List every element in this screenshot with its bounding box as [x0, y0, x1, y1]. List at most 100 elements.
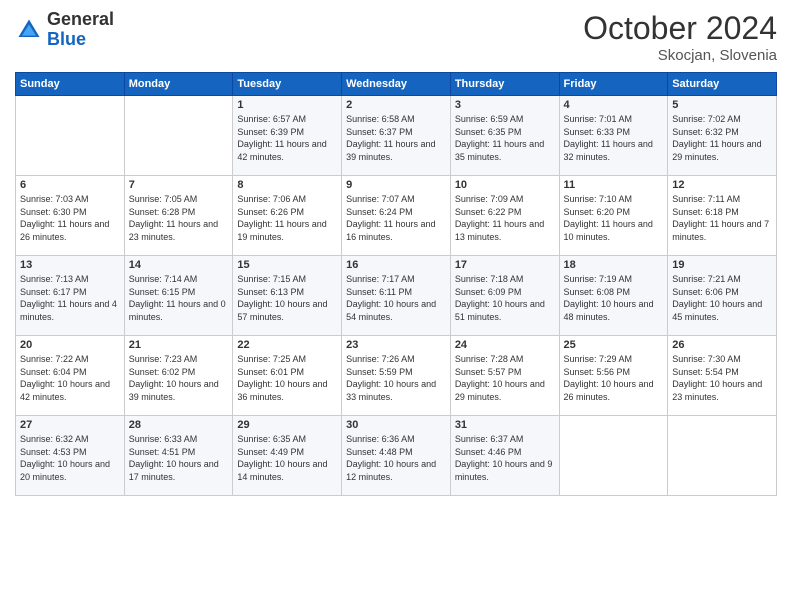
day-info: Sunrise: 7:10 AMSunset: 6:20 PMDaylight:…	[564, 193, 664, 243]
day-info: Sunrise: 7:07 AMSunset: 6:24 PMDaylight:…	[346, 193, 446, 243]
calendar-cell: 1 Sunrise: 6:57 AMSunset: 6:39 PMDaylight…	[233, 96, 342, 176]
day-info: Sunrise: 7:18 AMSunset: 6:09 PMDaylight:…	[455, 273, 555, 323]
day-info: Sunrise: 7:17 AMSunset: 6:11 PMDaylight:…	[346, 273, 446, 323]
calendar-cell: 4 Sunrise: 7:01 AMSunset: 6:33 PMDaylight…	[559, 96, 668, 176]
calendar-cell: 25Sunrise: 7:29 AMSunset: 5:56 PMDayligh…	[559, 336, 668, 416]
weekday-header-row: SundayMondayTuesdayWednesdayThursdayFrid…	[16, 73, 777, 96]
header: General Blue October 2024 Skocjan, Slove…	[15, 10, 777, 64]
calendar-cell: 14Sunrise: 7:14 AMSunset: 6:15 PMDayligh…	[124, 256, 233, 336]
day-number: 26	[672, 339, 772, 351]
calendar-cell: 11 Sunrise: 7:10 AMSunset: 6:20 PMDayligh…	[559, 176, 668, 256]
day-info: Sunrise: 7:19 AMSunset: 6:08 PMDaylight:…	[564, 273, 664, 323]
day-info: Sunrise: 7:01 AMSunset: 6:33 PMDaylight:…	[564, 113, 664, 163]
calendar-cell: 12Sunrise: 7:11 AMSunset: 6:18 PMDayligh…	[668, 176, 777, 256]
calendar-week-row: 1 Sunrise: 6:57 AMSunset: 6:39 PMDaylight…	[16, 96, 777, 176]
logo: General Blue	[15, 10, 114, 50]
calendar-cell: 17 Sunrise: 7:18 AMSunset: 6:09 PMDayligh…	[450, 256, 559, 336]
day-info: Sunrise: 7:13 AMSunset: 6:17 PMDaylight:…	[20, 273, 120, 323]
weekday-header: Tuesday	[233, 73, 342, 96]
day-info: Sunrise: 7:09 AMSunset: 6:22 PMDaylight:…	[455, 193, 555, 243]
day-info: Sunrise: 7:22 AMSunset: 6:04 PMDaylight:…	[20, 353, 120, 403]
calendar-week-row: 20 Sunrise: 7:22 AMSunset: 6:04 PMDayligh…	[16, 336, 777, 416]
day-info: Sunrise: 7:25 AMSunset: 6:01 PMDaylight:…	[237, 353, 337, 403]
day-info: Sunrise: 7:05 AMSunset: 6:28 PMDaylight:…	[129, 193, 229, 243]
logo-blue: Blue	[47, 29, 86, 49]
day-number: 29	[237, 419, 337, 431]
day-info: Sunrise: 7:03 AMSunset: 6:30 PMDaylight:…	[20, 193, 120, 243]
day-number: 3	[455, 99, 555, 111]
day-number: 4	[564, 99, 664, 111]
day-number: 17	[455, 259, 555, 271]
day-info: Sunrise: 7:21 AMSunset: 6:06 PMDaylight:…	[672, 273, 772, 323]
day-number: 30	[346, 419, 446, 431]
day-number: 28	[129, 419, 229, 431]
calendar-cell: 15Sunrise: 7:15 AMSunset: 6:13 PMDayligh…	[233, 256, 342, 336]
calendar-cell: 2 Sunrise: 6:58 AMSunset: 6:37 PMDaylight…	[342, 96, 451, 176]
calendar-cell: 8 Sunrise: 7:06 AMSunset: 6:26 PMDaylight…	[233, 176, 342, 256]
calendar-week-row: 6 Sunrise: 7:03 AMSunset: 6:30 PMDaylight…	[16, 176, 777, 256]
day-number: 11	[564, 179, 664, 191]
day-info: Sunrise: 6:58 AMSunset: 6:37 PMDaylight:…	[346, 113, 446, 163]
calendar-cell: 24Sunrise: 7:28 AMSunset: 5:57 PMDayligh…	[450, 336, 559, 416]
day-number: 6	[20, 179, 120, 191]
calendar-cell: 23 Sunrise: 7:26 AMSunset: 5:59 PMDayligh…	[342, 336, 451, 416]
day-info: Sunrise: 6:33 AMSunset: 4:51 PMDaylight:…	[129, 433, 229, 483]
calendar-cell: 28 Sunrise: 6:33 AMSunset: 4:51 PMDayligh…	[124, 416, 233, 496]
day-number: 21	[129, 339, 229, 351]
day-info: Sunrise: 6:32 AMSunset: 4:53 PMDaylight:…	[20, 433, 120, 483]
calendar-container: General Blue October 2024 Skocjan, Slove…	[0, 0, 792, 506]
calendar-cell	[559, 416, 668, 496]
calendar-cell: 6 Sunrise: 7:03 AMSunset: 6:30 PMDaylight…	[16, 176, 125, 256]
day-number: 12	[672, 179, 772, 191]
day-info: Sunrise: 7:29 AMSunset: 5:56 PMDaylight:…	[564, 353, 664, 403]
month-title: October 2024	[583, 10, 777, 47]
logo-general: General	[47, 9, 114, 29]
day-info: Sunrise: 6:35 AMSunset: 4:49 PMDaylight:…	[237, 433, 337, 483]
calendar-cell: 30Sunrise: 6:36 AMSunset: 4:48 PMDayligh…	[342, 416, 451, 496]
day-number: 1	[237, 99, 337, 111]
day-number: 7	[129, 179, 229, 191]
day-info: Sunrise: 7:30 AMSunset: 5:54 PMDaylight:…	[672, 353, 772, 403]
day-number: 23	[346, 339, 446, 351]
day-number: 27	[20, 419, 120, 431]
day-number: 20	[20, 339, 120, 351]
day-info: Sunrise: 7:26 AMSunset: 5:59 PMDaylight:…	[346, 353, 446, 403]
logo-text: General Blue	[47, 10, 114, 50]
day-number: 19	[672, 259, 772, 271]
weekday-header: Monday	[124, 73, 233, 96]
day-number: 2	[346, 99, 446, 111]
calendar-cell: 10 Sunrise: 7:09 AMSunset: 6:22 PMDayligh…	[450, 176, 559, 256]
calendar-cell: 19 Sunrise: 7:21 AMSunset: 6:06 PMDayligh…	[668, 256, 777, 336]
day-number: 5	[672, 99, 772, 111]
day-info: Sunrise: 7:23 AMSunset: 6:02 PMDaylight:…	[129, 353, 229, 403]
day-number: 8	[237, 179, 337, 191]
weekday-header: Wednesday	[342, 73, 451, 96]
calendar-cell: 31Sunrise: 6:37 AMSunset: 4:46 PMDayligh…	[450, 416, 559, 496]
calendar-cell	[124, 96, 233, 176]
calendar-cell	[16, 96, 125, 176]
calendar-cell: 3 Sunrise: 6:59 AMSunset: 6:35 PMDaylight…	[450, 96, 559, 176]
day-info: Sunrise: 6:57 AMSunset: 6:39 PMDaylight:…	[237, 113, 337, 163]
weekday-header: Sunday	[16, 73, 125, 96]
logo-icon	[15, 16, 43, 44]
day-info: Sunrise: 6:59 AMSunset: 6:35 PMDaylight:…	[455, 113, 555, 163]
location: Skocjan, Slovenia	[583, 47, 777, 64]
day-info: Sunrise: 7:02 AMSunset: 6:32 PMDaylight:…	[672, 113, 772, 163]
day-info: Sunrise: 7:15 AMSunset: 6:13 PMDaylight:…	[237, 273, 337, 323]
weekday-header: Saturday	[668, 73, 777, 96]
calendar-cell: 13Sunrise: 7:13 AMSunset: 6:17 PMDayligh…	[16, 256, 125, 336]
day-number: 22	[237, 339, 337, 351]
day-info: Sunrise: 7:06 AMSunset: 6:26 PMDaylight:…	[237, 193, 337, 243]
calendar-cell: 18Sunrise: 7:19 AMSunset: 6:08 PMDayligh…	[559, 256, 668, 336]
day-number: 31	[455, 419, 555, 431]
calendar-cell	[668, 416, 777, 496]
calendar-week-row: 13Sunrise: 7:13 AMSunset: 6:17 PMDayligh…	[16, 256, 777, 336]
day-number: 16	[346, 259, 446, 271]
calendar-cell: 5 Sunrise: 7:02 AMSunset: 6:32 PMDaylight…	[668, 96, 777, 176]
calendar-cell: 9Sunrise: 7:07 AMSunset: 6:24 PMDaylight…	[342, 176, 451, 256]
calendar-week-row: 27 Sunrise: 6:32 AMSunset: 4:53 PMDayligh…	[16, 416, 777, 496]
calendar-cell: 22 Sunrise: 7:25 AMSunset: 6:01 PMDayligh…	[233, 336, 342, 416]
day-number: 14	[129, 259, 229, 271]
calendar-cell: 27 Sunrise: 6:32 AMSunset: 4:53 PMDayligh…	[16, 416, 125, 496]
day-number: 10	[455, 179, 555, 191]
